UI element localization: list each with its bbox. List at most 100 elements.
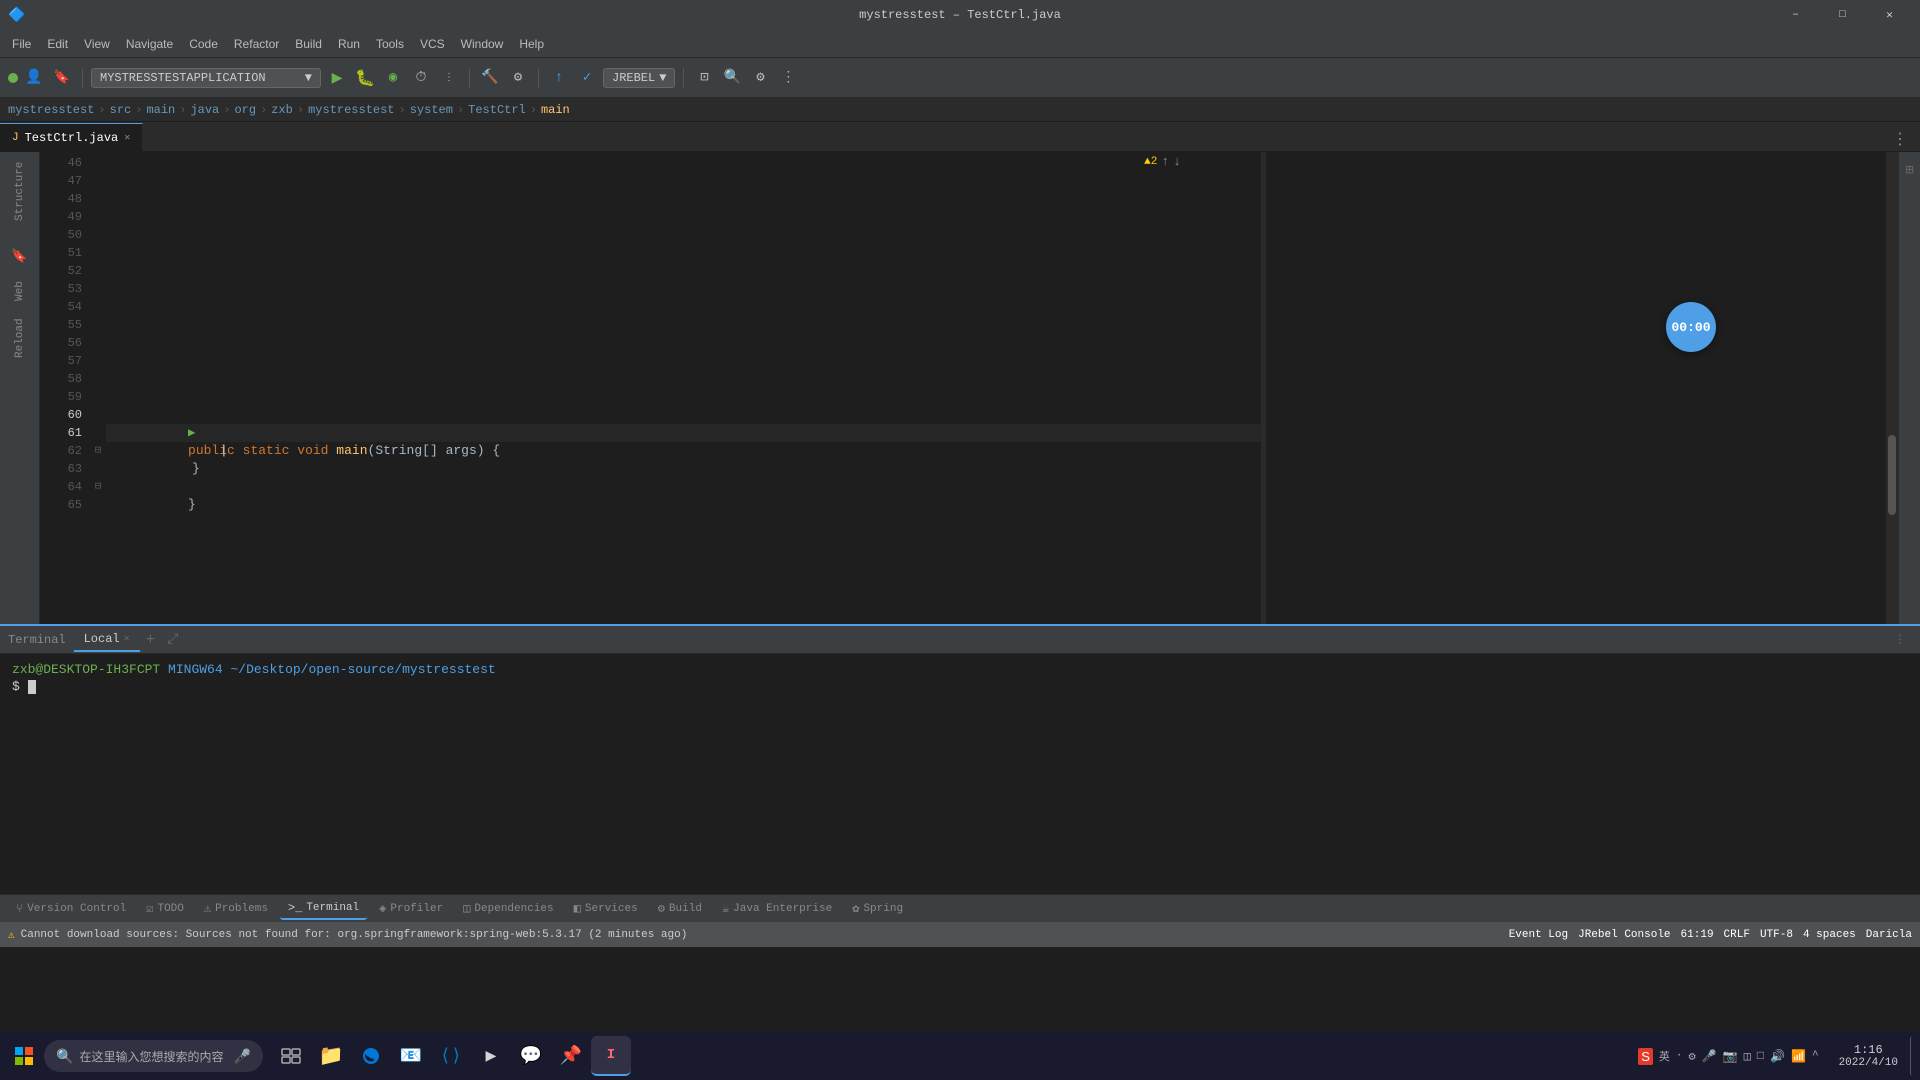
status-git-branch[interactable]: Daricla — [1866, 929, 1912, 941]
taskbar-vscode[interactable]: ⟨⟩ — [431, 1036, 471, 1076]
terminal-new-tab-button[interactable]: + — [140, 631, 162, 649]
profile-button[interactable]: ⏱ — [409, 66, 433, 90]
tray-icon-sougou[interactable]: S — [1638, 1048, 1653, 1065]
vcs-commit-button[interactable]: ✓ — [575, 66, 599, 90]
show-desktop-button[interactable] — [1910, 1036, 1916, 1076]
status-position[interactable]: 61:19 — [1681, 929, 1714, 941]
tool-spring[interactable]: ✿ Spring — [844, 898, 911, 919]
breadcrumb-mystresstest[interactable]: mystresstest — [308, 103, 394, 117]
system-clock[interactable]: 1:16 2022/4/10 — [1831, 1043, 1906, 1069]
tray-icon-keyboard[interactable]: 英 — [1659, 1048, 1670, 1064]
sidebar-structure-icon[interactable]: Structure — [12, 156, 28, 226]
search-icon[interactable]: 🔍 — [720, 66, 744, 90]
more-tools-icon[interactable]: ⋮ — [776, 66, 800, 90]
menu-view[interactable]: View — [76, 33, 118, 55]
tool-java-enterprise[interactable]: ☕ Java Enterprise — [714, 898, 840, 919]
menu-navigate[interactable]: Navigate — [118, 33, 181, 55]
breadcrumb-system[interactable]: system — [410, 103, 453, 117]
tool-version-control[interactable]: ⑂ Version Control — [8, 899, 134, 919]
user-icon[interactable]: 👤 — [22, 66, 46, 90]
tray-icon-settings[interactable]: ⚙ — [1688, 1049, 1695, 1064]
taskbar-start-button[interactable] — [4, 1036, 44, 1076]
tab-close-button[interactable]: ✕ — [124, 132, 130, 144]
tray-icon-cloud[interactable]: 📷 — [1723, 1049, 1738, 1064]
breadcrumb-org[interactable]: org — [234, 103, 256, 117]
settings-icon[interactable]: ⚙ — [748, 66, 772, 90]
taskbar-outlook[interactable]: 📧 — [391, 1036, 431, 1076]
status-crlf[interactable]: CRLF — [1724, 929, 1750, 941]
status-warning-icon[interactable]: ⚠ — [8, 928, 15, 942]
navigate-up-icon[interactable]: ↑ — [1161, 154, 1169, 169]
vcs-update-button[interactable]: ↑ — [547, 66, 571, 90]
terminal-tab-local[interactable]: Local ✕ — [74, 628, 140, 652]
close-button[interactable]: ✕ — [1867, 0, 1912, 30]
right-sidebar-icon-1[interactable]: ⊞ — [1905, 156, 1913, 185]
coverage-button[interactable]: ◉ — [381, 66, 405, 90]
more-run-button[interactable]: ⋮ — [437, 66, 461, 90]
tool-terminal[interactable]: >_ Terminal — [280, 898, 367, 920]
breadcrumb-main[interactable]: main — [146, 103, 175, 117]
menu-build[interactable]: Build — [287, 33, 330, 55]
tray-icon-dot[interactable]: · — [1676, 1050, 1683, 1062]
run-config-selector[interactable]: MYSTRESSTESTAPPLICATION ▼ — [91, 68, 321, 88]
tool-problems[interactable]: ⚠ Problems — [196, 898, 276, 919]
taskbar-intellij[interactable]: I — [591, 1036, 631, 1076]
terminal-tab-close-button[interactable]: ✕ — [124, 633, 130, 645]
status-encoding[interactable]: UTF-8 — [1760, 929, 1793, 941]
jrebel-label[interactable]: JREBEL ▼ — [603, 68, 675, 88]
tool-todo[interactable]: ☑ TODO — [138, 898, 192, 919]
debug-button[interactable]: 🐛 — [353, 66, 377, 90]
code-content[interactable]: ▶ public static void main(String[] args)… — [106, 152, 1261, 624]
tray-icon-wifi[interactable]: 📶 — [1791, 1049, 1806, 1064]
breadcrumb-java[interactable]: java — [190, 103, 219, 117]
tray-expand[interactable]: ^ — [1812, 1050, 1819, 1062]
menu-tools[interactable]: Tools — [368, 33, 412, 55]
breadcrumb-src[interactable]: src — [110, 103, 132, 117]
menu-run[interactable]: Run — [330, 33, 368, 55]
terminal-content[interactable]: zxb@DESKTOP-IH3FCPT MINGW64 ~/Desktop/op… — [0, 654, 1920, 894]
sidebar-bookmarks-icon[interactable]: 🔖 — [2, 238, 38, 274]
tray-icon-mic[interactable]: 🎤 — [1702, 1049, 1717, 1064]
menu-edit[interactable]: Edit — [39, 33, 76, 55]
scrollbar-thumb[interactable] — [1888, 435, 1896, 515]
taskbar-wechat[interactable]: 💬 — [511, 1036, 551, 1076]
terminal-expand-button[interactable]: ⤢ — [161, 632, 184, 648]
menu-refactor[interactable]: Refactor — [226, 33, 287, 55]
menu-window[interactable]: Window — [453, 33, 512, 55]
editor-tab-testctrl[interactable]: J TestCtrl.java ✕ — [0, 123, 143, 151]
timer-bubble[interactable]: 00:00 — [1666, 302, 1716, 352]
build-project-button[interactable]: ⚙ — [506, 66, 530, 90]
tray-icon-2[interactable]: □ — [1757, 1049, 1764, 1063]
taskbar-file-explorer[interactable]: 📁 — [311, 1036, 351, 1076]
tray-icon-3[interactable]: 🔊 — [1770, 1049, 1785, 1064]
tool-build[interactable]: ⚙ Build — [650, 898, 710, 919]
status-event-log[interactable]: Event Log — [1509, 929, 1568, 941]
tool-services[interactable]: ◧ Services — [566, 898, 646, 919]
build-button[interactable]: 🔨 — [478, 66, 502, 90]
sidebar-reload-icon[interactable]: Reload — [12, 318, 28, 358]
sidebar-web-icon[interactable]: Web — [12, 276, 28, 306]
breadcrumb-project[interactable]: mystresstest — [8, 103, 94, 117]
tool-profiler[interactable]: ◈ Profiler — [371, 898, 451, 919]
maximize-button[interactable]: □ — [1820, 0, 1865, 30]
taskbar-app-1[interactable]: 📌 — [551, 1036, 591, 1076]
code-editor[interactable]: ▲2 ↑ ↓ 46 47 48 49 50 51 52 53 54 55 56 … — [40, 152, 1261, 624]
terminal-more-button[interactable]: ⋮ — [1888, 632, 1912, 647]
minimize-button[interactable]: – — [1773, 0, 1818, 30]
status-indent[interactable]: 4 spaces — [1803, 929, 1856, 941]
taskbar-edge[interactable] — [351, 1036, 391, 1076]
menu-file[interactable]: File — [4, 33, 39, 55]
run-button[interactable]: ▶ — [325, 66, 349, 90]
taskbar-potplayer[interactable]: ▶ — [471, 1036, 511, 1076]
menu-help[interactable]: Help — [511, 33, 552, 55]
breadcrumb-zxb[interactable]: zxb — [271, 103, 293, 117]
taskbar-task-view[interactable] — [271, 1036, 311, 1076]
vertical-scrollbar[interactable] — [1886, 152, 1898, 624]
breadcrumb-class[interactable]: TestCtrl — [468, 103, 526, 117]
bookmark-icon[interactable]: 🔖 — [50, 66, 74, 90]
menu-code[interactable]: Code — [181, 33, 226, 55]
menu-vcs[interactable]: VCS — [412, 33, 453, 55]
breadcrumb-method[interactable]: main — [541, 103, 570, 117]
terminal-icon[interactable]: ⊡ — [692, 66, 716, 90]
tray-icon-1[interactable]: ◫ — [1744, 1049, 1751, 1064]
